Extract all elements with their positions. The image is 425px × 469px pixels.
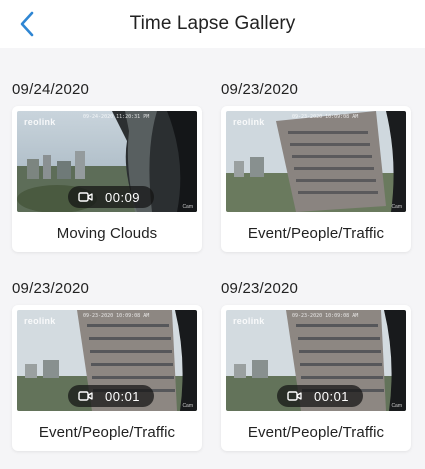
camera-label: Cam xyxy=(391,204,402,210)
video-thumbnail[interactable]: reolink 09-24-2020 11:20:31 PM Cam 00:09 xyxy=(17,111,197,212)
time-lapse-card[interactable]: reolink 09-23-2020 10:09:08 AM Cam 00:01… xyxy=(12,305,202,451)
back-button[interactable] xyxy=(12,8,42,40)
camera-brand-watermark: reolink xyxy=(233,117,265,127)
time-lapse-card[interactable]: reolink 09-23-2020 10:09:08 AM Cam Event… xyxy=(221,106,411,252)
video-camera-icon xyxy=(287,391,302,401)
time-lapse-grid: 09/24/2020 reolink 09-24-2020 11:20:31 P… xyxy=(0,48,425,469)
video-timestamp: 09-23-2020 10:09:08 AM xyxy=(83,313,150,319)
video-thumbnail[interactable]: reolink 09-23-2020 10:09:08 AM Cam 00:01 xyxy=(17,310,197,411)
date-heading: 09/23/2020 xyxy=(221,280,299,297)
date-heading: 09/23/2020 xyxy=(221,81,299,98)
camera-label: Cam xyxy=(391,403,402,409)
duration-text: 00:01 xyxy=(314,388,350,404)
duration-text: 00:09 xyxy=(105,189,141,205)
duration-badge: 00:01 xyxy=(68,385,154,407)
duration-badge: 00:01 xyxy=(277,385,363,407)
camera-brand-watermark: reolink xyxy=(233,316,265,326)
time-lapse-label: Event/People/Traffic xyxy=(247,424,385,441)
camera-brand-watermark: reolink xyxy=(24,316,56,326)
app-header: Time Lapse Gallery xyxy=(0,0,425,48)
video-thumbnail[interactable]: reolink 09-23-2020 10:09:08 AM Cam xyxy=(226,111,406,212)
time-lapse-label: Event/People/Traffic xyxy=(38,424,176,441)
video-camera-icon xyxy=(78,391,93,401)
time-lapse-card[interactable]: reolink 09-24-2020 11:20:31 PM Cam 00:09… xyxy=(12,106,202,252)
video-timestamp: 09-23-2020 10:09:08 AM xyxy=(292,114,359,120)
camera-label: Cam xyxy=(182,403,193,409)
chevron-left-icon xyxy=(20,11,34,37)
date-heading: 09/23/2020 xyxy=(12,280,90,297)
video-timestamp: 09-24-2020 11:20:31 PM xyxy=(83,114,150,120)
page-title: Time Lapse Gallery xyxy=(129,13,296,34)
date-heading: 09/24/2020 xyxy=(12,81,90,98)
time-lapse-label: Moving Clouds xyxy=(56,225,158,242)
camera-brand-watermark: reolink xyxy=(24,117,56,127)
duration-text: 00:01 xyxy=(105,388,141,404)
time-lapse-card[interactable]: reolink 09-23-2020 10:09:08 AM Cam 00:01… xyxy=(221,305,411,451)
video-thumbnail[interactable]: reolink 09-23-2020 10:09:08 AM Cam 00:01 xyxy=(226,310,406,411)
duration-badge: 00:09 xyxy=(68,186,154,208)
video-camera-icon xyxy=(78,192,93,202)
video-timestamp: 09-23-2020 10:09:08 AM xyxy=(292,313,359,319)
camera-label: Cam xyxy=(182,204,193,210)
time-lapse-label: Event/People/Traffic xyxy=(247,225,385,242)
